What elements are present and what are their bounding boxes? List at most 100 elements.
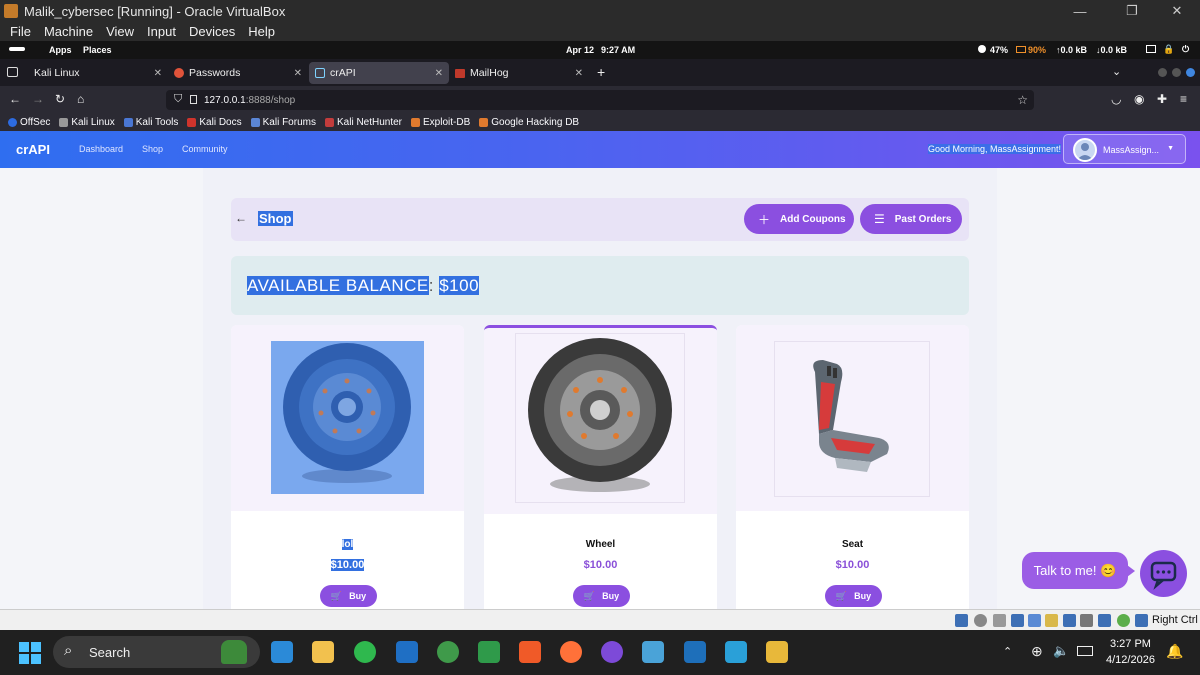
add-coupons-button[interactable]: ＋ Add Coupons — [744, 204, 854, 234]
window-dot-icon[interactable] — [1158, 68, 1167, 77]
product-image[interactable] — [515, 333, 685, 503]
tab-kali-linux[interactable]: Kali Linux ✕ — [28, 62, 168, 84]
tor-browser-icon[interactable] — [601, 641, 623, 663]
lock-icon[interactable]: 🔒 — [1163, 44, 1174, 55]
buy-button[interactable]: 🛒 Buy — [320, 585, 377, 607]
cpu-status-icon[interactable] — [1117, 614, 1130, 627]
taskbar-time[interactable]: 3:27 PM — [1110, 638, 1151, 650]
tab-close-icon[interactable]: ✕ — [435, 68, 443, 79]
bookmark-google-hacking-db[interactable]: Google Hacking DB — [479, 117, 579, 128]
audio-icon[interactable] — [993, 614, 1006, 627]
vscode-icon[interactable] — [271, 641, 293, 663]
buy-button[interactable]: 🛒 Buy — [825, 585, 882, 607]
new-tab-icon[interactable]: + — [597, 64, 605, 80]
usb-icon[interactable] — [1028, 614, 1041, 627]
page-icon[interactable] — [190, 95, 197, 104]
chatbot-prompt[interactable]: Talk to me! 😊 — [1022, 552, 1135, 589]
close-icon[interactable]: ✕ — [1154, 0, 1200, 22]
tab-overview-icon[interactable] — [7, 67, 18, 77]
bookmark-star-icon[interactable]: ☆ — [1017, 93, 1028, 107]
capture-icon[interactable] — [1080, 614, 1093, 627]
restore-icon[interactable]: ❐ — [1109, 0, 1155, 22]
password-manager-icon[interactable] — [478, 641, 500, 663]
user-menu[interactable]: MassAssign... ▼ — [1063, 134, 1186, 164]
bookmark-kali-nethunter[interactable]: Kali NetHunter — [324, 117, 402, 128]
outlook-icon[interactable] — [396, 641, 418, 663]
menu-input[interactable]: Input — [147, 24, 176, 39]
back-arrow-icon[interactable]: ← — [235, 211, 247, 225]
bookmark-offsec[interactable]: OffSec — [8, 117, 50, 128]
language-icon[interactable]: ⊕ — [1031, 643, 1043, 660]
whatsapp-icon[interactable] — [354, 641, 376, 663]
tab-close-icon[interactable]: ✕ — [294, 68, 302, 79]
chrome-icon[interactable] — [437, 641, 459, 663]
mouse-integration-icon[interactable] — [1135, 614, 1148, 627]
battery-taskbar-icon[interactable] — [1077, 646, 1093, 656]
chatbot-button[interactable] — [1140, 550, 1187, 597]
window-dot-icon[interactable] — [1172, 68, 1181, 77]
taskbar-search[interactable]: ⌕ Search — [53, 636, 260, 668]
cart-icon: 🛒 — [835, 590, 848, 601]
extensions-icon[interactable]: ✚ — [1157, 92, 1167, 106]
nav-community[interactable]: Community — [182, 144, 228, 154]
tab-mailhog[interactable]: MailHog ✕ — [449, 62, 589, 84]
nav-shop[interactable]: Shop — [142, 144, 163, 154]
chevron-down-icon[interactable]: ⌄ — [1112, 65, 1121, 78]
speaker-icon[interactable]: 🔈 — [1053, 643, 1069, 659]
bookmark-kali-forums[interactable]: Kali Forums — [250, 117, 316, 128]
optical-drive-icon[interactable] — [974, 614, 987, 627]
shared-folder-icon[interactable] — [1045, 614, 1058, 627]
firefox-taskbar-icon[interactable] — [560, 641, 582, 663]
minimize-icon[interactable]: — — [1057, 0, 1103, 22]
window-dot-icon[interactable] — [1186, 68, 1195, 77]
places-menu[interactable]: Places — [83, 45, 112, 55]
bookmark-kali-linux[interactable]: Kali Linux — [59, 117, 115, 128]
menu-help[interactable]: Help — [248, 24, 275, 39]
brave-icon[interactable] — [519, 641, 541, 663]
azure-data-icon[interactable] — [725, 641, 747, 663]
bookmark-kali-tools[interactable]: Kali Tools — [123, 117, 178, 128]
tab-close-icon[interactable]: ✕ — [154, 68, 162, 79]
back-icon[interactable]: ← — [9, 92, 21, 106]
nav-dashboard[interactable]: Dashboard — [79, 144, 123, 154]
reload-icon[interactable]: ↻ — [55, 92, 65, 106]
url-bar[interactable]: ⛉ 127.0.0.1:8888/shop ☆ — [166, 90, 1034, 110]
burp-icon[interactable] — [766, 641, 788, 663]
home-icon[interactable]: ⌂ — [77, 92, 84, 106]
visual-studio-icon[interactable] — [642, 641, 664, 663]
bookmark-kali-docs[interactable]: Kali Docs — [187, 117, 242, 128]
screen-icon[interactable] — [1146, 45, 1156, 53]
product-image[interactable] — [774, 341, 930, 497]
taskbar-date[interactable]: 4/12/2026 — [1106, 654, 1155, 666]
virtualbox-taskbar-icon[interactable] — [684, 641, 706, 663]
hdd-icon[interactable] — [955, 614, 968, 627]
file-explorer-icon[interactable] — [312, 641, 334, 663]
pocket-icon[interactable]: ◡ — [1111, 92, 1121, 106]
tab-passwords[interactable]: Passwords ✕ — [168, 62, 308, 84]
power-icon[interactable]: ⏻ — [1182, 44, 1189, 55]
display-icon[interactable] — [1063, 614, 1076, 627]
network-icon[interactable] — [1011, 614, 1024, 627]
shield-icon[interactable]: ⛉ — [174, 93, 182, 106]
tab-close-icon[interactable]: ✕ — [575, 68, 583, 79]
apps-menu[interactable]: Apps — [49, 45, 72, 55]
account-icon[interactable]: ◉ — [1134, 92, 1144, 106]
balance-separator: : — [428, 276, 434, 295]
menu-file[interactable]: File — [10, 24, 31, 39]
vt-icon[interactable] — [1098, 614, 1111, 627]
past-orders-button[interactable]: ☰ Past Orders — [860, 204, 962, 234]
notification-bell-icon[interactable]: 🔔 — [1166, 643, 1183, 660]
menu-machine[interactable]: Machine — [44, 24, 93, 39]
product-image[interactable] — [271, 341, 424, 494]
chevron-up-icon[interactable]: ⌃ — [1003, 645, 1012, 658]
menu-view[interactable]: View — [106, 24, 134, 39]
bookmark-exploit-db[interactable]: Exploit-DB — [411, 117, 470, 128]
brand-logo[interactable]: crAPI — [16, 142, 50, 157]
forward-icon[interactable]: → — [32, 92, 44, 106]
kali-menu-icon[interactable] — [9, 47, 25, 51]
menu-devices[interactable]: Devices — [189, 24, 235, 39]
tab-crapi[interactable]: crAPI ✕ — [309, 62, 449, 84]
menu-icon[interactable]: ≡ — [1180, 92, 1187, 106]
windows-start-icon[interactable] — [19, 642, 41, 664]
buy-button[interactable]: 🛒 Buy — [573, 585, 630, 607]
